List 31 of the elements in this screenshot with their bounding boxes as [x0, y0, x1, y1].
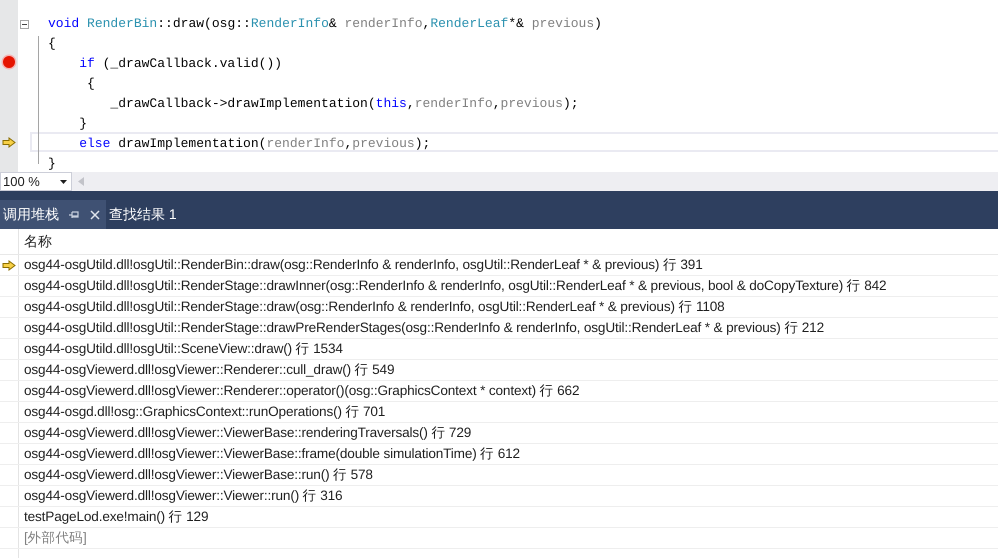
code-line: {	[86, 75, 96, 92]
stack-frame-row[interactable]: osg44-osgUtild.dll!osgUtil::RenderStage::drawInner(osg::RenderInfo & renderInfo, osgUtil::RenderLeaf * & previous, bool & doCopyTexture) 行 842	[19, 276, 886, 296]
collapse-icon[interactable]	[20, 20, 29, 29]
code-line: void RenderBin::draw(osg::RenderInfo& renderInfo,RenderLeaf*& previous)	[47, 15, 603, 32]
stack-frame-row[interactable]: osg44-osgViewerd.dll!osgViewer::Renderer::cull_draw() 行 549	[19, 360, 394, 380]
stack-frame-row[interactable]: osg44-osgUtild.dll!osgUtil::SceneView::draw() 行 1534	[19, 339, 343, 359]
breakpoint-icon[interactable]	[1, 54, 17, 70]
stack-frame-row[interactable]: osg44-osgViewerd.dll!osgViewer::Renderer::operator()(osg::GraphicsContext * context) 行 662	[19, 381, 580, 401]
stack-frame-row[interactable]: osg44-osgViewerd.dll!osgViewer::ViewerBase::run() 行 578	[19, 465, 373, 485]
external-code-row[interactable]: [外部代码]	[19, 528, 87, 548]
code-line: }	[78, 115, 88, 132]
stack-frame-row[interactable]: osg44-osgd.dll!osg::GraphicsContext::runOperations() 行 701	[19, 402, 386, 422]
stack-frame-row[interactable]: osg44-osgViewerd.dll!osgViewer::ViewerBase::frame(double simulationTime) 行 612	[19, 444, 520, 464]
stack-frame-row[interactable]: osg44-osgUtild.dll!osgUtil::RenderStage::drawPreRenderStages(osg::RenderInfo & renderInfo, osgUtil::RenderLeaf * & previous) 行 212	[19, 318, 824, 338]
stack-frame-row[interactable]: osg44-osgUtild.dll!osgUtil::RenderStage::draw(osg::RenderInfo & renderInfo, osgUtil::RenderLeaf * & previous) 行 1108	[19, 297, 725, 317]
stack-frame-row[interactable]: osg44-osgUtild.dll!osgUtil::RenderBin::draw(osg::RenderInfo & renderInfo, osgUtil::RenderLeaf * & previous) 行 391	[19, 255, 703, 275]
stack-frame-row[interactable]: osg44-osgViewerd.dll!osgViewer::Viewer::run() 行 316	[19, 486, 342, 506]
stack-frame-row[interactable]: testPageLod.exe!main() 行 129	[19, 507, 208, 527]
zoom-select[interactable]: 100 %	[0, 172, 72, 191]
panel-tab[interactable]: 查找结果 1	[106, 200, 183, 229]
code-line: {	[47, 35, 57, 52]
code-line: else drawImplementation(renderInfo,previous);	[30, 132, 998, 152]
column-header[interactable]: 名称	[19, 229, 52, 254]
stack-frame-row[interactable]: osg44-osgViewerd.dll!osgViewer::ViewerBase::renderingTraversals() 行 729	[19, 423, 472, 443]
code-line: }	[47, 155, 57, 172]
code-line: _drawCallback->drawImplementation(this,renderInfo,previous);	[109, 95, 580, 112]
caret-icon	[60, 180, 67, 184]
panel-tab[interactable]: 调用堆栈	[0, 200, 106, 229]
code-line: if (_drawCallback.valid())	[78, 55, 284, 72]
close-icon[interactable]	[90, 210, 100, 220]
pin-icon[interactable]	[69, 210, 80, 218]
